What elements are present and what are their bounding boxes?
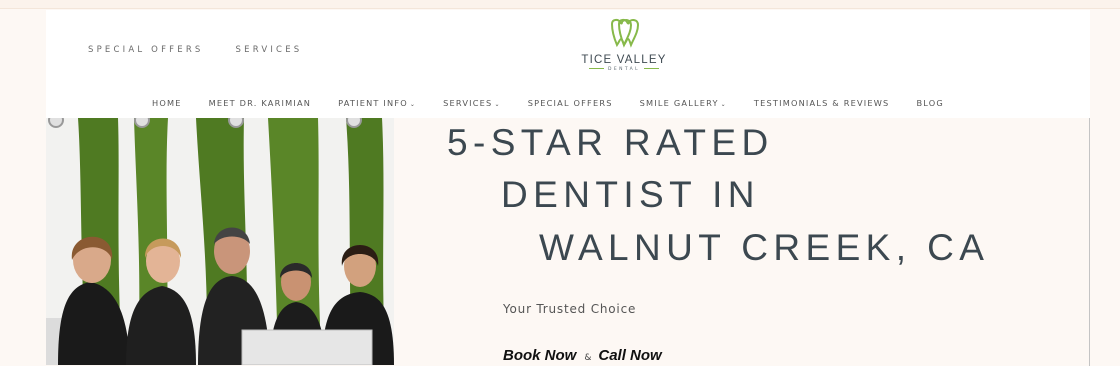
- nav-label: MEET DR. KARIMIAN: [208, 98, 312, 108]
- chevron-down-icon: ⌄: [720, 101, 727, 108]
- nav-label: HOME: [152, 98, 182, 108]
- nav-label: PATIENT INFO: [338, 98, 408, 108]
- utility-link-special-offers[interactable]: SPECIAL OFFERS: [88, 45, 204, 55]
- book-now-link[interactable]: Book Now: [503, 347, 576, 364]
- team-photo: [46, 118, 394, 365]
- site-logo[interactable]: TICE VALLEY DENTAL: [578, 18, 670, 72]
- content-divider: [1089, 118, 1090, 366]
- utility-nav: SPECIAL OFFERS SERVICES: [88, 45, 302, 55]
- nav-label: TESTIMONIALS & REVIEWS: [753, 98, 890, 108]
- nav-item-patient-info[interactable]: PATIENT INFO ⌄: [338, 98, 416, 108]
- nav-label: SMILE GALLERY: [639, 98, 719, 108]
- brand-sub-text: DENTAL: [607, 67, 641, 72]
- hero-heading-line-3: WALNUT CREEK, CA: [539, 227, 990, 268]
- utility-link-services[interactable]: SERVICES: [236, 45, 303, 55]
- nav-item-smile-gallery[interactable]: SMILE GALLERY ⌄: [640, 98, 727, 108]
- nav-item-services[interactable]: SERVICES ⌄: [443, 98, 501, 108]
- nav-label: BLOG: [916, 98, 944, 108]
- call-now-link[interactable]: Call Now: [598, 347, 661, 364]
- nav-label: SPECIAL OFFERS: [527, 98, 613, 108]
- nav-label: SERVICES: [443, 98, 493, 108]
- brand-subtitle: DENTAL: [578, 67, 670, 72]
- top-strip: [0, 0, 1120, 9]
- nav-item-special-offers[interactable]: SPECIAL OFFERS: [528, 98, 613, 108]
- hero-heading-line-1: 5-STAR RATED: [447, 122, 774, 163]
- site-header: SPECIAL OFFERS SERVICES TICE VALLEY DENT…: [46, 10, 1090, 118]
- hero-tagline: Your Trusted Choice: [503, 302, 637, 316]
- nav-item-testimonials-reviews[interactable]: TESTIMONIALS & REVIEWS: [754, 98, 890, 108]
- brand-rule-left: [588, 68, 604, 69]
- chevron-down-icon: ⌄: [494, 101, 501, 108]
- team-photo-illustration: [46, 118, 394, 365]
- brand-rule-right: [644, 68, 660, 69]
- nav-item-home[interactable]: HOME: [152, 98, 182, 108]
- brand-name: TICE VALLEY: [581, 54, 667, 66]
- hero-cta-row: Book Now & Call Now: [503, 347, 662, 364]
- nav-item-meet-dr-karimian[interactable]: MEET DR. KARIMIAN: [209, 98, 311, 108]
- chevron-down-icon: ⌄: [409, 101, 417, 108]
- nav-item-blog[interactable]: BLOG: [916, 98, 943, 108]
- hero-heading-line-2: DENTIST IN: [501, 174, 760, 215]
- tooth-logo-icon: [610, 18, 640, 48]
- cta-ampersand: &: [584, 353, 592, 363]
- main-nav: HOME MEET DR. KARIMIAN PATIENT INFO ⌄ SER…: [152, 98, 944, 108]
